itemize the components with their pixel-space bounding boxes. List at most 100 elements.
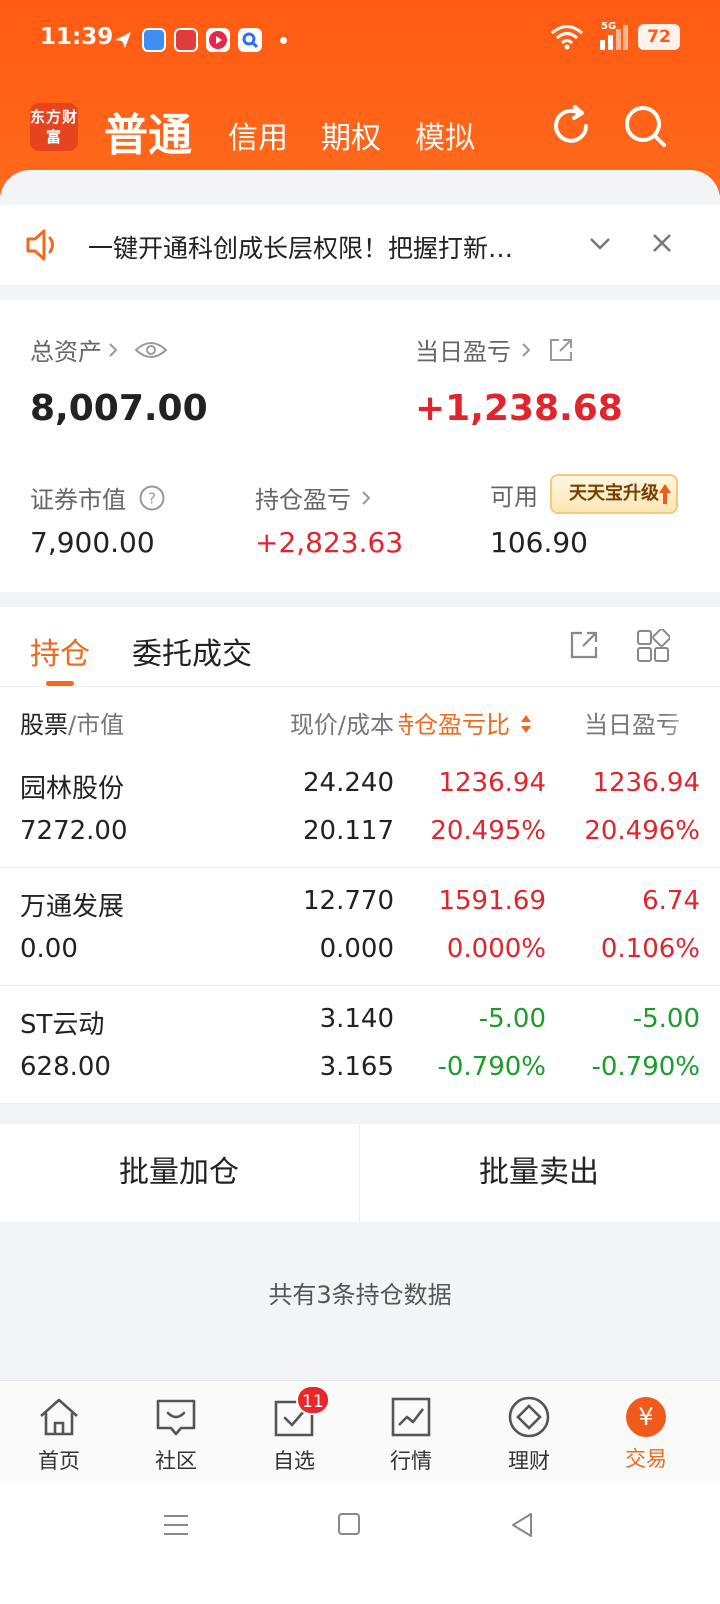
chevron-right-icon (109, 342, 118, 357)
stock-market-value: 0.00 (20, 934, 78, 964)
total-assets-label[interactable]: 总资产 (30, 332, 168, 367)
total-assets-value: 8,007.00 (30, 388, 208, 429)
position-pl-label[interactable]: 持仓盈亏 (255, 480, 373, 515)
batch-sell-button[interactable]: 批量卖出 (360, 1124, 718, 1222)
grid-view-icon[interactable] (636, 629, 670, 663)
signal-icon: 5G (594, 21, 628, 50)
bottom-tab-bar: 首页 社区 11 自选 行情 理财 ¥ 交易 (0, 1380, 720, 1484)
stock-price: 3.140 (319, 1004, 394, 1034)
stock-day-pl-pct: 0.106% (600, 934, 700, 964)
notice-banner[interactable]: 一键开通科创成长层权限！把握打新… (0, 205, 720, 285)
watchlist-badge: 11 (296, 1385, 330, 1415)
tab-normal[interactable]: 普通 (104, 99, 192, 163)
stock-cost: 3.165 (319, 1052, 394, 1082)
tab-market[interactable]: 行情 (356, 1391, 466, 1481)
more-notifications-dot (280, 36, 287, 44)
eye-icon[interactable] (134, 338, 168, 362)
holdings-panel: 持仓 委托成交 股票/市值 现价/成本 持仓盈亏比 当日盈亏 园林股份 7272… (0, 607, 720, 1104)
app-logo: 东方财富 (30, 103, 78, 151)
stock-day-pl: 6.74 (642, 886, 700, 916)
network-type: 5G (601, 21, 617, 32)
menu-icon[interactable] (163, 1512, 189, 1538)
share-icon[interactable] (547, 336, 575, 364)
stock-price: 12.770 (303, 886, 394, 916)
chevron-down-icon[interactable] (588, 231, 612, 255)
col-pl-ratio[interactable]: 持仓盈亏比 (398, 705, 518, 740)
notice-text[interactable]: 一键开通科创成长层权限！把握打新… (88, 229, 513, 265)
export-icon[interactable] (568, 629, 600, 661)
stock-position-pl-pct: 20.495% (430, 816, 546, 846)
stock-name: 万通发展 (20, 892, 125, 922)
tab-simulation[interactable]: 模拟 (415, 113, 475, 157)
position-pl-value: +2,823.63 (255, 526, 404, 559)
tab-trade[interactable]: ¥ 交易 (591, 1391, 701, 1481)
sort-icon[interactable] (520, 713, 532, 735)
tab-wealth[interactable]: 理财 (474, 1391, 584, 1481)
system-navigation-bar (0, 1484, 720, 1604)
search-icon[interactable] (622, 103, 668, 149)
back-icon[interactable] (510, 1512, 534, 1538)
day-pl-label[interactable]: 当日盈亏 (415, 332, 575, 367)
col-price-cost: 现价/成本 (289, 711, 394, 739)
stock-market-value: 7272.00 (20, 816, 128, 846)
stock-cost: 0.000 (319, 934, 394, 964)
tab-orders[interactable]: 委托成交 (132, 629, 252, 673)
tab-credit[interactable]: 信用 (228, 113, 288, 157)
send-icon (115, 32, 131, 48)
chevron-right-icon (522, 342, 531, 357)
batch-actions: 批量加仓 批量卖出 (0, 1124, 720, 1222)
tab-home[interactable]: 首页 (4, 1391, 114, 1481)
status-time: 11:39 (40, 24, 114, 50)
svg-text:?: ? (148, 489, 156, 507)
day-pl-value: +1,238.68 (415, 388, 623, 429)
stock-cost: 20.117 (303, 816, 394, 846)
stock-day-pl: 1236.94 (592, 768, 700, 798)
status-indicators: 5G 72 (550, 21, 680, 50)
news-app-icon (174, 28, 198, 52)
watchlist-icon-wrap: 11 (272, 1385, 330, 1439)
stock-position-pl-pct: 0.000% (446, 934, 546, 964)
market-icon (391, 1397, 431, 1437)
tab-positions[interactable]: 持仓 (30, 629, 90, 673)
table-row[interactable]: 万通发展 0.00 12.770 0.000 1591.69 0.000% 6.… (0, 868, 720, 986)
stock-position-pl: -5.00 (478, 1004, 546, 1034)
refresh-icon[interactable] (548, 103, 594, 149)
status-notification-icons (112, 28, 287, 52)
speaker-icon (26, 229, 54, 261)
app-header: 11:39 5G 72 东方财富 普通 信用 期权 模拟 (0, 0, 720, 195)
content-sheet-top (0, 170, 720, 210)
help-icon[interactable]: ? (138, 484, 166, 512)
chevron-right-icon (362, 490, 371, 505)
stock-day-pl-pct: 20.496% (584, 816, 700, 846)
stock-name: ST云动 (20, 1010, 105, 1040)
home-square-icon[interactable] (337, 1512, 361, 1536)
stock-market-value: 628.00 (20, 1052, 111, 1082)
asset-summary: 总资产 8,007.00 当日盈亏 +1,238.68 证券市值 ? 7,900… (0, 300, 720, 592)
community-icon (156, 1399, 196, 1436)
stock-position-pl: 1591.69 (438, 886, 546, 916)
table-row[interactable]: 园林股份 7272.00 24.240 20.117 1236.94 20.49… (0, 750, 720, 868)
search-app-icon (238, 28, 262, 52)
tab-watchlist[interactable]: 11 自选 (239, 1385, 349, 1481)
status-bar: 11:39 5G 72 (0, 0, 720, 80)
col-day-pl: 当日盈亏 (584, 711, 680, 739)
close-icon[interactable] (652, 233, 672, 253)
tab-options[interactable]: 期权 (321, 113, 381, 157)
stock-position-pl: 1236.94 (438, 768, 546, 798)
upgrade-badge[interactable]: 天天宝升级 (550, 474, 678, 514)
trade-icon: ¥ (626, 1397, 666, 1437)
stock-name: 园林股份 (20, 774, 125, 804)
available-value: 106.90 (490, 526, 588, 559)
batch-add-button[interactable]: 批量加仓 (0, 1124, 358, 1222)
stock-price: 24.240 (303, 768, 394, 798)
wifi-icon (551, 25, 583, 50)
tab-community[interactable]: 社区 (121, 1391, 231, 1481)
available-label: 可用 天天宝升级 (490, 474, 678, 514)
stock-position-pl-pct: -0.790% (437, 1052, 546, 1082)
wealth-icon (508, 1396, 550, 1438)
home-icon (40, 1398, 78, 1436)
col-stock-market-value: 股票/市值 (20, 711, 125, 739)
account-type-nav: 东方财富 普通 信用 期权 模拟 (0, 95, 720, 165)
browser-app-icon (142, 28, 166, 52)
table-row[interactable]: ST云动 628.00 3.140 3.165 -5.00 -0.790% -5… (0, 986, 720, 1104)
